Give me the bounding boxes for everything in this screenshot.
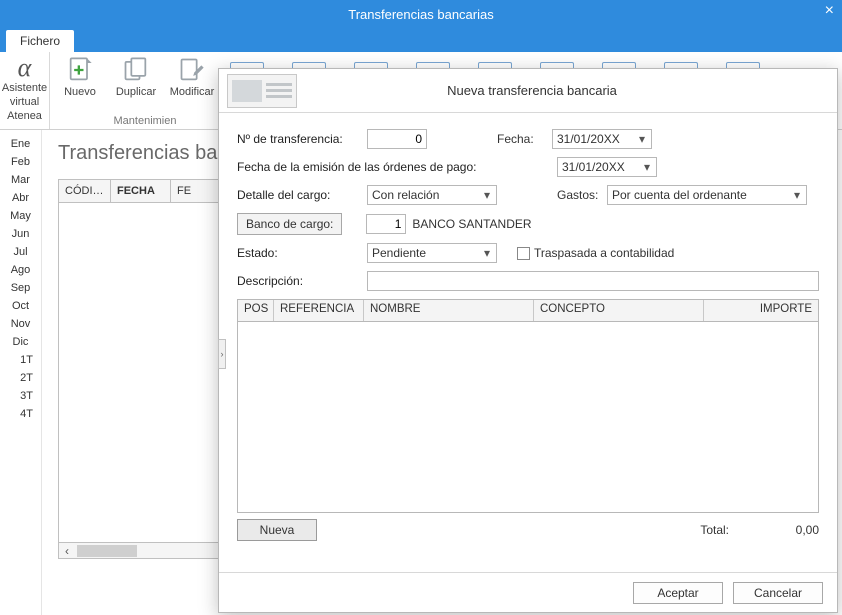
nuevo-label: Nuevo (64, 86, 96, 98)
tab-fichero[interactable]: Fichero (6, 30, 74, 52)
modal-table-body[interactable] (238, 322, 818, 512)
caret-down-icon: ▾ (635, 132, 649, 146)
th-pos[interactable]: POS (238, 300, 274, 321)
fecha-select[interactable]: 31/01/20XX ▾ (552, 129, 652, 149)
descripcion-input[interactable] (367, 271, 819, 291)
duplicar-button[interactable]: Duplicar (112, 56, 160, 98)
ribbon-assistant[interactable]: α Asistente virtual Atenea (0, 52, 50, 129)
col-codigo[interactable]: CÓDI… (59, 180, 111, 202)
assistant-label1: Asistente (2, 82, 47, 94)
caret-down-icon: ▾ (790, 188, 804, 202)
th-referencia[interactable]: REFERENCIA (274, 300, 364, 321)
period-4t[interactable]: 4T (0, 408, 41, 420)
fecha-label: Fecha: (497, 132, 552, 146)
period-sep[interactable]: Sep (0, 282, 41, 294)
fecha-emision-value: 31/01/20XX (562, 160, 625, 174)
duplicar-label: Duplicar (116, 86, 156, 98)
period-jun[interactable]: Jun (0, 228, 41, 240)
scroll-left-icon[interactable]: ‹ (59, 544, 75, 558)
aceptar-button[interactable]: Aceptar (633, 582, 723, 604)
col-fe[interactable]: FE (171, 180, 203, 202)
traspasada-checkbox[interactable]: Traspasada a contabilidad (517, 246, 674, 260)
num-transfer-label: Nº de transferencia: (237, 132, 367, 146)
modal-footer: Aceptar Cancelar (219, 572, 837, 612)
period-sidebar: Ene Feb Mar Abr May Jun Jul Ago Sep Oct … (0, 130, 42, 615)
descripcion-label: Descripción: (237, 274, 367, 288)
banco-cargo-num-input[interactable] (366, 214, 406, 234)
nuevo-button[interactable]: Nuevo (56, 56, 104, 98)
period-abr[interactable]: Abr (0, 192, 41, 204)
nueva-row-button[interactable]: Nueva (237, 519, 317, 541)
period-3t[interactable]: 3T (0, 390, 41, 402)
period-2t[interactable]: 2T (0, 372, 41, 384)
detalle-cargo-value: Con relación (372, 188, 439, 202)
period-jul[interactable]: Jul (0, 246, 41, 258)
scroll-thumb[interactable] (77, 545, 137, 557)
checkbox-icon (517, 247, 530, 260)
modal-title: Nueva transferencia bancaria (305, 83, 759, 98)
assistant-label3: Atenea (7, 110, 42, 122)
modal-body: Nº de transferencia: Fecha: 31/01/20XX ▾… (219, 113, 837, 572)
assistant-icon: α (18, 56, 32, 80)
modal-table: POS REFERENCIA NOMBRE CONCEPTO IMPORTE (237, 299, 819, 513)
cancelar-button[interactable]: Cancelar (733, 582, 823, 604)
new-icon (66, 56, 94, 84)
estado-label: Estado: (237, 246, 367, 260)
window-title: Transferencias bancarias (348, 7, 493, 22)
period-may[interactable]: May (0, 210, 41, 222)
estado-select[interactable]: Pendiente ▾ (367, 243, 497, 263)
titlebar: Transferencias bancarias × (0, 0, 842, 28)
col-fecha[interactable]: FECHA (111, 180, 171, 202)
modal-icon (227, 74, 297, 108)
tabstrip: Fichero (0, 28, 842, 52)
modificar-button[interactable]: Modificar (168, 56, 216, 98)
period-nov[interactable]: Nov (0, 318, 41, 330)
total-value: 0,00 (749, 523, 819, 537)
period-dic[interactable]: Dic (0, 336, 41, 348)
detalle-cargo-label: Detalle del cargo: (237, 188, 367, 202)
modificar-label: Modificar (170, 86, 215, 98)
th-nombre[interactable]: NOMBRE (364, 300, 534, 321)
caret-down-icon: ▾ (480, 188, 494, 202)
period-1t[interactable]: 1T (0, 354, 41, 366)
estado-value: Pendiente (372, 246, 426, 260)
period-oct[interactable]: Oct (0, 300, 41, 312)
ribbon-group-mant: Nuevo Duplicar Modificar E Mantenimien (50, 52, 240, 129)
caret-down-icon: ▾ (640, 160, 654, 174)
period-feb[interactable]: Feb (0, 156, 41, 168)
expand-handle[interactable]: › (218, 339, 226, 369)
th-concepto[interactable]: CONCEPTO (534, 300, 704, 321)
fecha-emision-label: Fecha de la emisión de las órdenes de pa… (237, 160, 497, 174)
period-ago[interactable]: Ago (0, 264, 41, 276)
period-mar[interactable]: Mar (0, 174, 41, 186)
gastos-value: Por cuenta del ordenante (612, 188, 747, 202)
duplicate-icon (122, 56, 150, 84)
banco-cargo-button[interactable]: Banco de cargo: (237, 213, 342, 235)
period-ene[interactable]: Ene (0, 138, 41, 150)
close-icon[interactable]: × (825, 2, 834, 20)
fecha-value: 31/01/20XX (557, 132, 620, 146)
gastos-select[interactable]: Por cuenta del ordenante ▾ (607, 185, 807, 205)
caret-down-icon: ▾ (480, 246, 494, 260)
th-importe[interactable]: IMPORTE (704, 300, 818, 321)
ribbon-group-label: Mantenimien (50, 115, 240, 129)
traspasada-label: Traspasada a contabilidad (534, 246, 674, 260)
num-transfer-input[interactable] (367, 129, 427, 149)
total-label: Total: (700, 523, 729, 537)
fecha-emision-select[interactable]: 31/01/20XX ▾ (557, 157, 657, 177)
modal-header: Nueva transferencia bancaria (219, 69, 837, 113)
modal-nueva-transferencia: › Nueva transferencia bancaria Nº de tra… (218, 68, 838, 613)
gastos-label: Gastos: (557, 188, 607, 202)
detalle-cargo-select[interactable]: Con relación ▾ (367, 185, 497, 205)
assistant-label2: virtual (10, 96, 39, 108)
banco-cargo-name: BANCO SANTANDER (412, 217, 531, 231)
edit-icon (178, 56, 206, 84)
